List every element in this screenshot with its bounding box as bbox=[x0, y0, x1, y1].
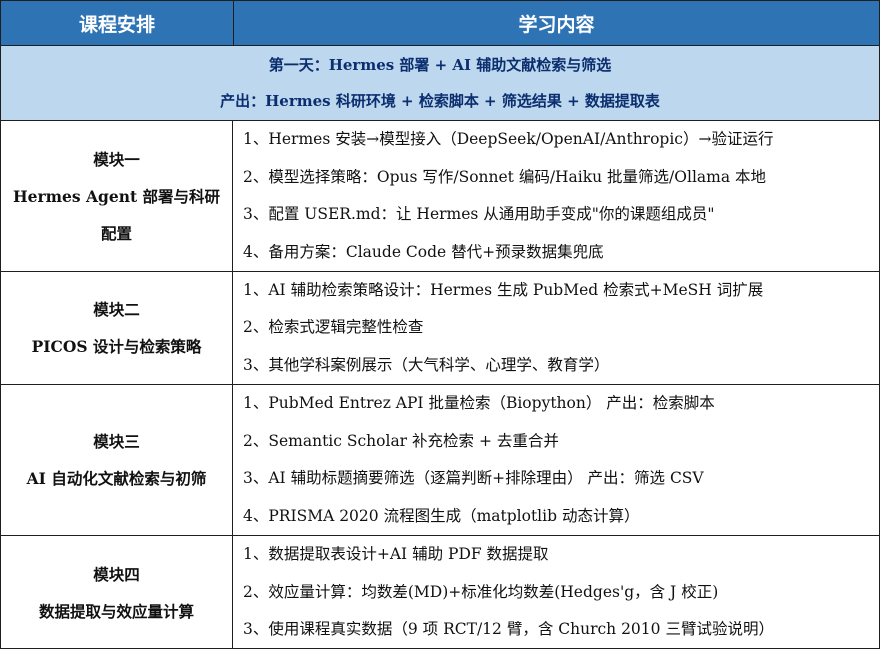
list-item: 3、其他学科案例展示（大气科学、心理学、教育学） bbox=[243, 355, 610, 374]
module-cell: 模块二 PICOS 设计与检索策略 bbox=[1, 272, 233, 384]
module-cell: 模块三 AI 自动化文献检索与初筛 bbox=[1, 385, 233, 535]
day-banner: 第一天：Hermes 部署 + AI 辅助文献检索与筛选 产出：Hermes 科… bbox=[1, 46, 879, 121]
list-item: 1、Hermes 安装→模型接入（DeepSeek/OpenAI/Anthrop… bbox=[243, 130, 774, 148]
table-row: 模块四 数据提取与效应量计算 1、数据提取表设计+AI 辅助 PDF 数据提取 … bbox=[1, 536, 879, 649]
course-schedule-table: 课程安排 学习内容 第一天：Hermes 部署 + AI 辅助文献检索与筛选 产… bbox=[0, 0, 880, 649]
module-subtitle: PICOS 设计与检索策略 bbox=[31, 337, 202, 356]
module-items: 1、AI 辅助检索策略设计：Hermes 生成 PubMed 检索式+MeSH … bbox=[233, 272, 879, 384]
list-item: 2、检索式逻辑完整性检查 bbox=[243, 318, 424, 337]
day-title: 第一天：Hermes 部署 + AI 辅助文献检索与筛选 bbox=[268, 56, 612, 74]
table-row: 模块一 Hermes Agent 部署与科研配置 1、Hermes 安装→模型接… bbox=[1, 121, 879, 272]
list-item: 4、备用方案：Claude Code 替代+预录数据集兜底 bbox=[243, 242, 604, 261]
table-row: 模块三 AI 自动化文献检索与初筛 1、PubMed Entrez API 批量… bbox=[1, 385, 879, 536]
header-schedule: 课程安排 bbox=[1, 1, 234, 45]
module-title: 模块二 bbox=[93, 300, 140, 319]
list-item: 3、配置 USER.md：让 Hermes 从通用助手变成"你的课题组成员" bbox=[243, 205, 715, 223]
list-item: 3、AI 辅助标题摘要筛选（逐篇判断+排除理由） 产出：筛选 CSV bbox=[243, 469, 704, 487]
module-items: 1、Hermes 安装→模型接入（DeepSeek/OpenAI/Anthrop… bbox=[233, 121, 879, 271]
module-items: 1、PubMed Entrez API 批量检索（Biopython） 产出：检… bbox=[233, 385, 879, 535]
list-item: 4、PRISMA 2020 流程图生成（matplotlib 动态计算） bbox=[243, 506, 640, 525]
list-item: 1、AI 辅助检索策略设计：Hermes 生成 PubMed 检索式+MeSH … bbox=[243, 280, 764, 299]
list-item: 3、使用课程真实数据（9 项 RCT/12 臂，含 Church 2010 三臂… bbox=[243, 620, 774, 639]
module-items: 1、数据提取表设计+AI 辅助 PDF 数据提取 2、效应量计算：均数差(MD)… bbox=[233, 536, 879, 649]
module-cell: 模块一 Hermes Agent 部署与科研配置 bbox=[1, 121, 233, 271]
module-cell: 模块四 数据提取与效应量计算 bbox=[1, 536, 233, 649]
module-title: 模块四 bbox=[93, 564, 140, 584]
table-row: 模块二 PICOS 设计与检索策略 1、AI 辅助检索策略设计：Hermes 生… bbox=[1, 272, 879, 385]
module-title: 模块三 bbox=[93, 432, 140, 451]
module-subtitle: 数据提取与效应量计算 bbox=[38, 601, 194, 621]
list-item: 2、模型选择策略：Opus 写作/Sonnet 编码/Haiku 批量筛选/Ol… bbox=[243, 167, 767, 186]
list-item: 2、效应量计算：均数差(MD)+标准化均数差(Hedges'g，含 J 校正) bbox=[243, 582, 719, 601]
module-subtitle: AI 自动化文献检索与初筛 bbox=[26, 469, 207, 488]
table-header: 课程安排 学习内容 bbox=[1, 1, 879, 46]
list-item: 2、Semantic Scholar 补充检索 + 去重合并 bbox=[243, 431, 559, 450]
day-output: 产出：Hermes 科研环境 + 检索脚本 + 筛选结果 + 数据提取表 bbox=[220, 92, 660, 110]
header-content: 学习内容 bbox=[518, 13, 595, 36]
list-item: 1、数据提取表设计+AI 辅助 PDF 数据提取 bbox=[243, 545, 549, 564]
module-subtitle: Hermes Agent 部署与科研配置 bbox=[12, 186, 221, 243]
list-item: 1、PubMed Entrez API 批量检索（Biopython） 产出：检… bbox=[243, 394, 715, 412]
module-title: 模块一 bbox=[93, 149, 140, 169]
